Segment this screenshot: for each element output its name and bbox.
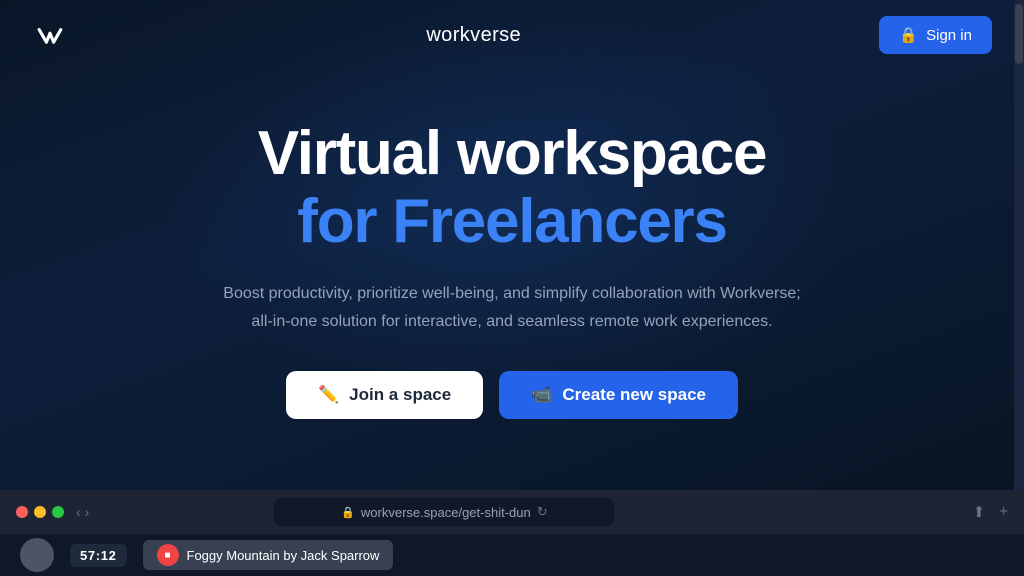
nav-arrows: ‹ › xyxy=(76,504,89,520)
media-track: ■ Foggy Mountain by Jack Sparrow xyxy=(143,540,394,570)
brand-name: workverse xyxy=(426,24,521,47)
avatar xyxy=(20,538,54,572)
video-icon: 📹 xyxy=(531,385,552,405)
forward-arrow-icon[interactable]: › xyxy=(85,504,90,520)
url-bar[interactable]: 🔒 workverse.space/get-shit-dun ↻ xyxy=(274,498,614,526)
media-stop-button[interactable]: ■ xyxy=(157,544,179,566)
traffic-lights xyxy=(16,506,64,518)
hero-subtitle: Boost productivity, prioritize well-bein… xyxy=(222,280,802,334)
share-icon[interactable]: ⬆ xyxy=(973,503,986,521)
navbar: workverse 🔒 Sign in xyxy=(0,0,1024,70)
join-space-button[interactable]: ✏️ Join a space xyxy=(286,371,483,419)
logo xyxy=(32,17,68,53)
pencil-icon: ✏️ xyxy=(318,385,339,405)
add-tab-icon[interactable]: + xyxy=(999,503,1008,521)
maximize-traffic-light[interactable] xyxy=(52,506,64,518)
minimize-traffic-light[interactable] xyxy=(34,506,46,518)
refresh-icon[interactable]: ↻ xyxy=(537,504,548,520)
lock-icon: 🔒 xyxy=(899,26,918,44)
cta-buttons: ✏️ Join a space 📹 Create new space xyxy=(286,371,738,419)
create-space-button[interactable]: 📹 Create new space xyxy=(499,371,738,419)
sign-in-button[interactable]: 🔒 Sign in xyxy=(879,16,992,54)
url-text: workverse.space/get-shit-dun xyxy=(361,505,531,520)
workverse-logo-icon xyxy=(32,17,68,53)
close-traffic-light[interactable] xyxy=(16,506,28,518)
url-lock-icon: 🔒 xyxy=(341,506,355,519)
media-bar: 57:12 ■ Foggy Mountain by Jack Sparrow xyxy=(0,534,1024,576)
media-time: 57:12 xyxy=(70,544,127,567)
browser-bar: ‹ › 🔒 workverse.space/get-shit-dun ↻ ⬆ + xyxy=(0,490,1024,534)
hero-title-line1: Virtual workspace xyxy=(258,120,766,188)
back-arrow-icon[interactable]: ‹ xyxy=(76,504,81,520)
track-name: Foggy Mountain by Jack Sparrow xyxy=(187,548,380,563)
hero-section: Virtual workspace for Freelancers Boost … xyxy=(202,70,822,419)
main-area: workverse 🔒 Sign in Virtual workspace fo… xyxy=(0,0,1024,490)
browser-actions: ⬆ + xyxy=(973,503,1008,521)
hero-title-line2: for Freelancers xyxy=(297,188,726,256)
scrollbar[interactable] xyxy=(1014,0,1024,490)
